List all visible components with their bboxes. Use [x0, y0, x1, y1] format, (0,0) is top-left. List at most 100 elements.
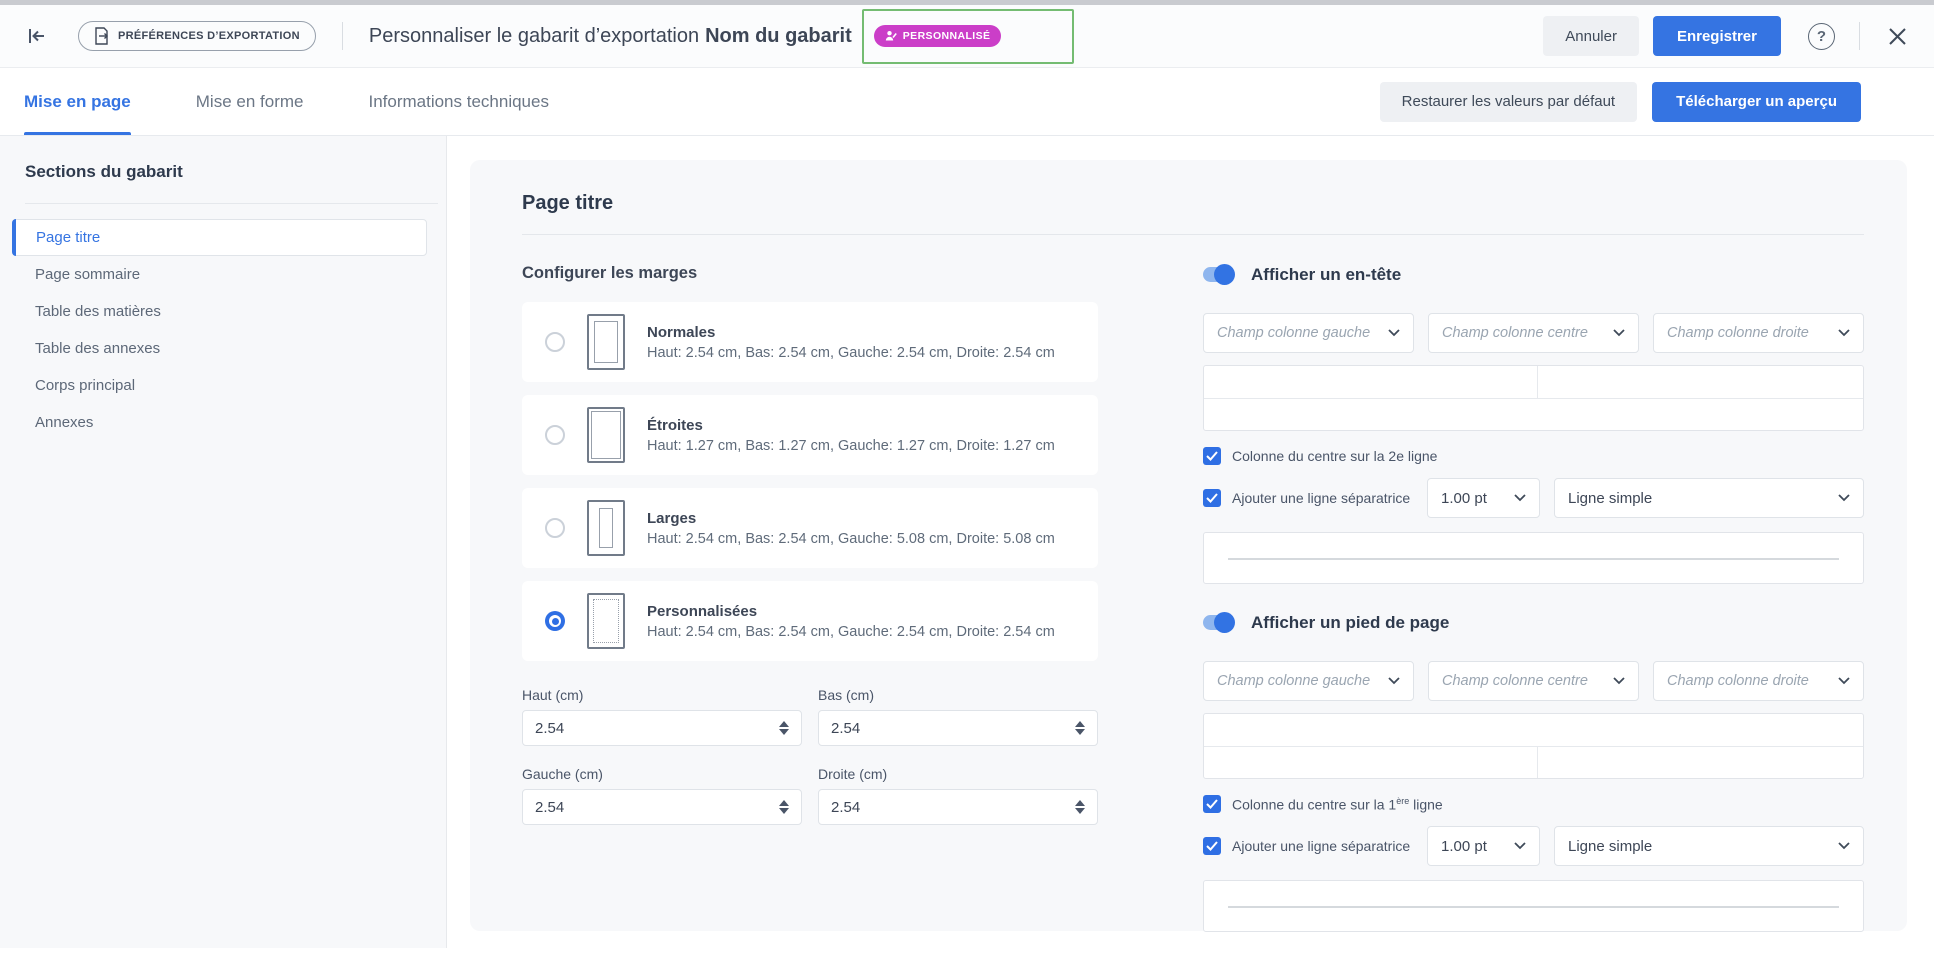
footer-separator-preview	[1203, 880, 1864, 932]
chevron-down-icon	[1838, 842, 1850, 850]
footer-toggle[interactable]	[1203, 615, 1233, 630]
radio-checked-icon[interactable]	[545, 611, 565, 631]
footer-separator-weight-select[interactable]: 1.00 pt	[1427, 826, 1540, 866]
footer-separator-style-select[interactable]: Ligne simple	[1554, 826, 1864, 866]
help-icon[interactable]: ?	[1808, 23, 1835, 50]
save-button[interactable]: Enregistrer	[1653, 16, 1781, 56]
page-margin-custom-icon	[587, 593, 625, 649]
section-title-divider	[522, 234, 1864, 235]
chevron-down-icon	[1838, 494, 1850, 502]
header-right-column-select[interactable]: Champ colonne droite	[1653, 313, 1864, 353]
margin-bottom-value: 2.54	[831, 720, 860, 737]
sidebar-item-page-sommaire[interactable]: Page sommaire	[0, 256, 446, 293]
tab-informations-techniques[interactable]: Informations techniques	[368, 68, 549, 135]
select-placeholder: Champ colonne droite	[1667, 673, 1809, 689]
header-toggle[interactable]	[1203, 267, 1233, 282]
restore-defaults-button[interactable]: Restaurer les valeurs par défaut	[1380, 82, 1637, 122]
page-margin-narrow-icon	[587, 407, 625, 463]
main-area: Page titre Configurer les marges Normale…	[448, 136, 1934, 954]
margin-option-etroites[interactable]: Étroites Haut: 1.27 cm, Bas: 1.27 cm, Ga…	[522, 395, 1098, 475]
page-title-text: Personnaliser le gabarit d’exportation	[369, 25, 699, 48]
select-placeholder: Champ colonne droite	[1667, 325, 1809, 341]
margin-right-value: 2.54	[831, 799, 860, 816]
header-separator-style-select[interactable]: Ligne simple	[1554, 478, 1864, 518]
footer-separator-checkbox[interactable]	[1203, 837, 1221, 855]
stepper-icon[interactable]	[1075, 721, 1085, 735]
sidebar-item-page-titre[interactable]: Page titre	[12, 219, 427, 256]
margin-option-desc: Haut: 1.27 cm, Bas: 1.27 cm, Gauche: 1.2…	[647, 438, 1055, 454]
stepper-icon[interactable]	[1075, 800, 1085, 814]
margin-right-input[interactable]: 2.54	[818, 789, 1098, 825]
footer-right-column-select[interactable]: Champ colonne droite	[1653, 661, 1864, 701]
sidebar-item-annexes[interactable]: Annexes	[0, 404, 446, 441]
chevron-down-icon	[1388, 329, 1400, 337]
template-name: Nom du gabarit	[705, 25, 852, 48]
margin-option-normales[interactable]: Normales Haut: 2.54 cm, Bas: 2.54 cm, Ga…	[522, 302, 1098, 382]
sidebar-item-table-des-annexes[interactable]: Table des annexes	[0, 330, 446, 367]
footer-left-column-select[interactable]: Champ colonne gauche	[1203, 661, 1414, 701]
close-icon	[1888, 27, 1907, 46]
margin-left-input[interactable]: 2.54	[522, 789, 802, 825]
app-bar: PRÉFÉRENCES D’EXPORTATION Personnaliser …	[0, 5, 1934, 68]
sidebar-divider	[25, 203, 438, 204]
header-separator-preview	[1203, 532, 1864, 584]
field-label-gauche: Gauche (cm)	[522, 766, 802, 782]
margin-option-name: Normales	[647, 324, 1055, 341]
cancel-button[interactable]: Annuler	[1543, 16, 1639, 56]
header-layout-preview	[1203, 365, 1864, 431]
margin-option-name: Larges	[647, 510, 1055, 527]
header-divider-right	[1859, 22, 1860, 50]
margin-option-name: Étroites	[647, 417, 1055, 434]
header-center-column-select[interactable]: Champ colonne centre	[1428, 313, 1639, 353]
header-left-column-select[interactable]: Champ colonne gauche	[1203, 313, 1414, 353]
header-separator-weight-select[interactable]: 1.00 pt	[1427, 478, 1540, 518]
stepper-icon[interactable]	[779, 721, 789, 735]
chevron-down-icon	[1613, 677, 1625, 685]
select-value: Ligne simple	[1568, 490, 1652, 507]
footer-separator-label: Ajouter une ligne séparatrice	[1232, 838, 1416, 854]
chevron-down-icon	[1838, 677, 1850, 685]
header-toggle-label: Afficher un en-tête	[1251, 265, 1401, 285]
footer-toggle-label: Afficher un pied de page	[1251, 613, 1449, 633]
collapse-back-button[interactable]	[24, 23, 50, 49]
chevron-down-icon	[1514, 842, 1526, 850]
field-label-bas: Bas (cm)	[818, 687, 1098, 703]
export-preferences-button[interactable]: PRÉFÉRENCES D’EXPORTATION	[78, 21, 316, 51]
sidebar-item-table-des-matieres[interactable]: Table des matières	[0, 293, 446, 330]
footer-center-column-select[interactable]: Champ colonne centre	[1428, 661, 1639, 701]
margin-option-larges[interactable]: Larges Haut: 2.54 cm, Bas: 2.54 cm, Gauc…	[522, 488, 1098, 568]
field-label-droite: Droite (cm)	[818, 766, 1098, 782]
radio-unchecked-icon[interactable]	[545, 332, 565, 352]
user-edit-icon	[885, 30, 897, 42]
badge-label: PERSONNALISÉ	[903, 30, 991, 42]
select-placeholder: Champ colonne gauche	[1217, 325, 1370, 341]
chevron-down-icon	[1514, 494, 1526, 502]
radio-unchecked-icon[interactable]	[545, 425, 565, 445]
export-preferences-label: PRÉFÉRENCES D’EXPORTATION	[118, 30, 300, 42]
download-preview-button[interactable]: Télécharger un aperçu	[1652, 82, 1861, 122]
select-placeholder: Champ colonne gauche	[1217, 673, 1370, 689]
tab-mise-en-page[interactable]: Mise en page	[24, 68, 131, 135]
chevron-down-icon	[1613, 329, 1625, 337]
sidebar-item-corps-principal[interactable]: Corps principal	[0, 367, 446, 404]
sections-sidebar: Sections du gabarit Page titre Page somm…	[0, 136, 447, 948]
radio-unchecked-icon[interactable]	[545, 518, 565, 538]
tab-bar: Mise en page Mise en forme Informations …	[0, 68, 1934, 136]
tab-mise-en-forme[interactable]: Mise en forme	[196, 68, 304, 135]
header-center-second-line-checkbox[interactable]	[1203, 447, 1221, 465]
margin-option-desc: Haut: 2.54 cm, Bas: 2.54 cm, Gauche: 2.5…	[647, 624, 1055, 640]
margin-option-desc: Haut: 2.54 cm, Bas: 2.54 cm, Gauche: 2.5…	[647, 345, 1055, 361]
personalized-status-badge: PERSONNALISÉ	[874, 25, 1002, 47]
select-value: 1.00 pt	[1441, 490, 1487, 507]
check-icon	[1206, 841, 1218, 851]
footer-center-first-line-checkbox[interactable]	[1203, 795, 1221, 813]
close-button[interactable]	[1884, 23, 1910, 49]
margin-option-personnalisees[interactable]: Personnalisées Haut: 2.54 cm, Bas: 2.54 …	[522, 581, 1098, 661]
margin-bottom-input[interactable]: 2.54	[818, 710, 1098, 746]
stepper-icon[interactable]	[779, 800, 789, 814]
margin-top-input[interactable]: 2.54	[522, 710, 802, 746]
footer-center-first-line-label: Colonne du centre sur la 1ère ligne	[1232, 796, 1443, 813]
header-separator-checkbox[interactable]	[1203, 489, 1221, 507]
check-icon	[1206, 493, 1218, 503]
check-icon	[1206, 799, 1218, 809]
